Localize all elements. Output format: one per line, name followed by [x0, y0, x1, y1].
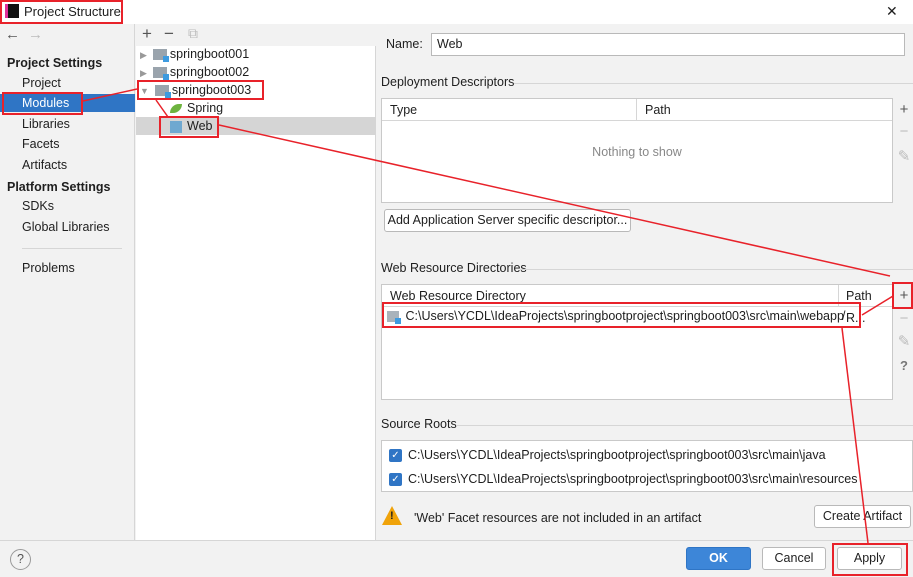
- arrow-module-to-web: [155, 99, 169, 118]
- arrow-modules-to-module: [82, 88, 138, 102]
- arrow-add-to-row: [861, 295, 894, 316]
- annotation-arrows: [82, 88, 894, 544]
- arrow-row-to-apply: [841, 327, 869, 544]
- arrow-web-to-add: [218, 124, 891, 277]
